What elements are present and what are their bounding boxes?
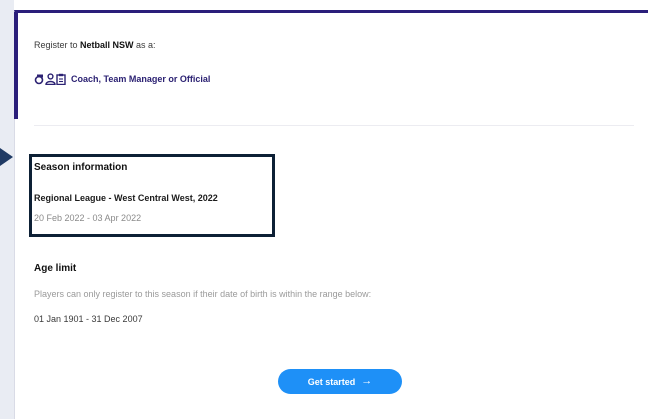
card-accent-bar [14, 12, 18, 119]
season-name: Regional League - West Central West, 202… [34, 193, 218, 203]
get-started-button[interactable]: Get started → [278, 369, 402, 394]
section-divider [34, 125, 634, 126]
register-prefix: Register to [34, 40, 81, 50]
clipboard-icon [56, 73, 66, 85]
register-intro: Register to Netball NSW as a: [34, 40, 156, 50]
role-icons [34, 72, 66, 86]
pointer-arrow-icon [0, 148, 13, 166]
organisation-name: Netball NSW [80, 40, 134, 50]
role-label: Coach, Team Manager or Official [71, 74, 211, 84]
arrow-right-icon: → [361, 375, 373, 387]
age-limit-description: Players can only register to this season… [34, 289, 372, 299]
get-started-label: Get started [307, 376, 356, 387]
age-limit-range: 01 Jan 1901 - 31 Dec 2007 [34, 314, 143, 324]
person-icon [45, 73, 56, 85]
age-limit-heading: Age limit [34, 263, 77, 274]
left-background-strip [0, 0, 14, 419]
whistle-icon [34, 74, 44, 85]
season-dates: 20 Feb 2022 - 03 Apr 2022 [34, 213, 142, 223]
register-suffix: as a: [133, 40, 156, 50]
role-option[interactable]: Coach, Team Manager or Official [34, 72, 210, 86]
season-heading: Season information [34, 162, 128, 173]
